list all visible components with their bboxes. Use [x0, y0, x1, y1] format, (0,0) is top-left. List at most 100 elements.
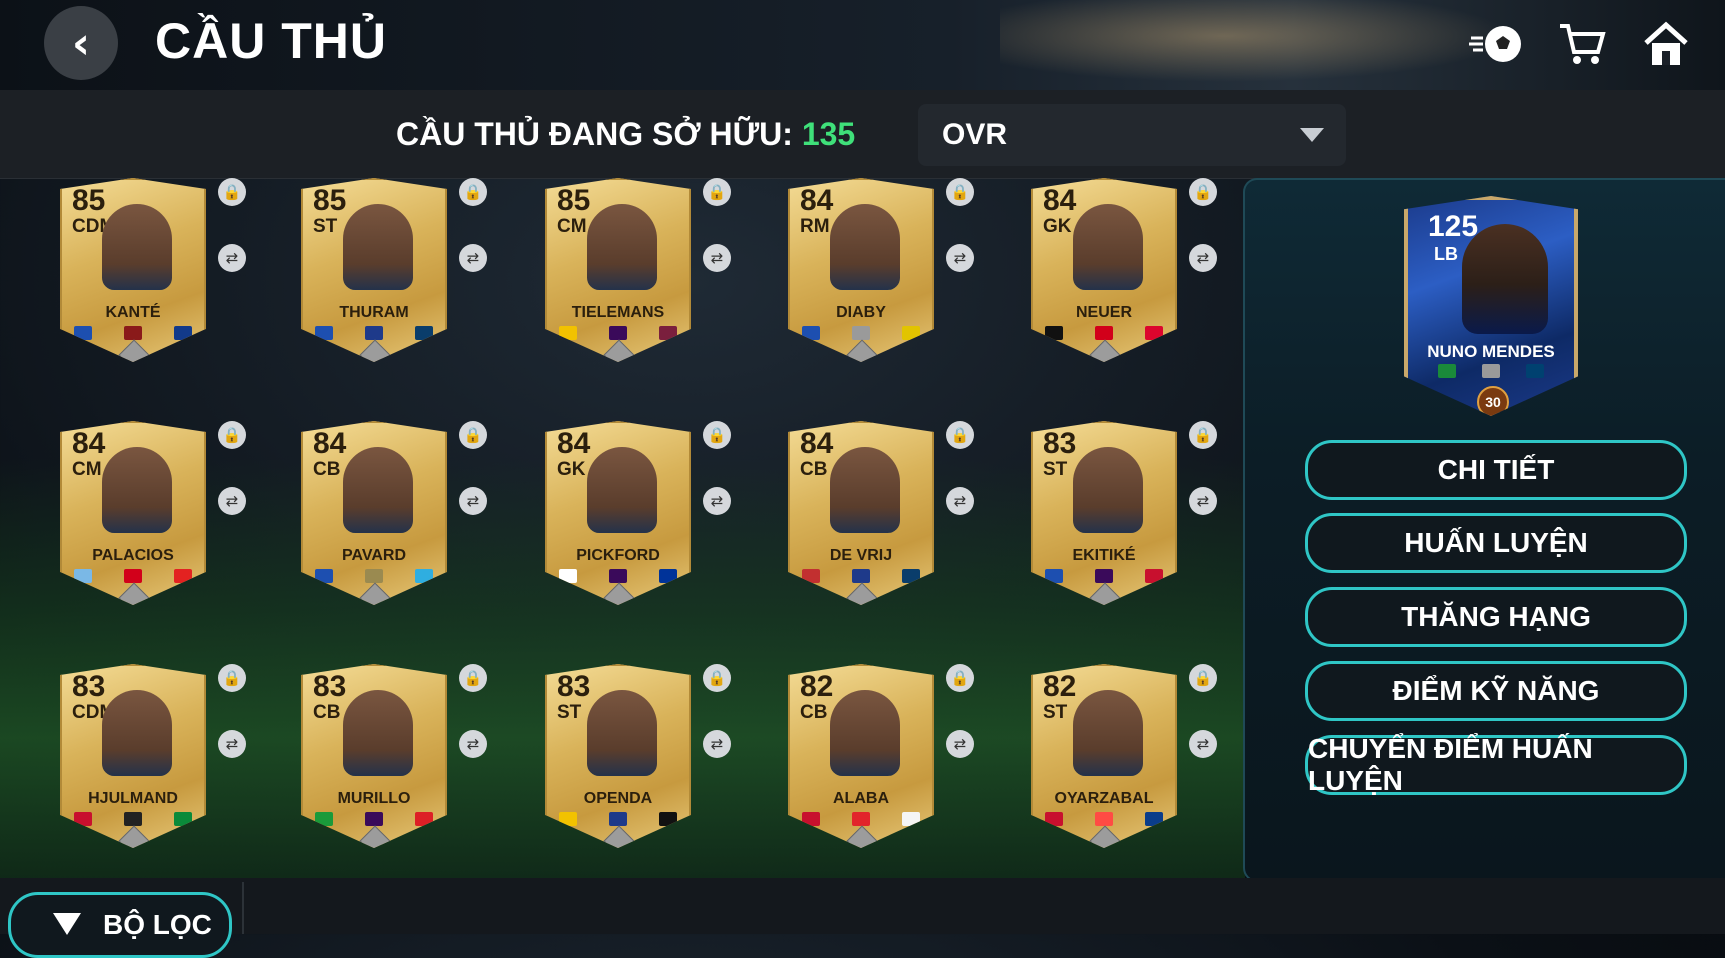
rarity-gem-icon: [1089, 582, 1121, 605]
swap-icon[interactable]: ⇄: [459, 487, 487, 515]
player-card[interactable]: 82 ST OYARZABAL: [1031, 664, 1177, 848]
swap-icon[interactable]: ⇄: [946, 730, 974, 758]
swap-icon[interactable]: ⇄: [459, 730, 487, 758]
sub-bar: [0, 90, 1725, 179]
card-position: GK: [1043, 216, 1072, 237]
league-icon: [1095, 812, 1113, 826]
player-card-slot[interactable]: 84 CM PALACIOS 🔒 ⇄: [60, 421, 290, 639]
player-card[interactable]: 84 CB PAVARD: [301, 421, 447, 605]
player-card-slot[interactable]: 83 ST OPENDA 🔒 ⇄: [545, 664, 775, 882]
card-player-name: PICKFORD: [576, 547, 660, 564]
lock-icon[interactable]: 🔒: [218, 421, 246, 449]
swap-icon[interactable]: ⇄: [1189, 487, 1217, 515]
rarity-gem-icon: [846, 582, 878, 605]
swap-icon[interactable]: ⇄: [703, 730, 731, 758]
details-button[interactable]: CHI TIẾT: [1305, 440, 1687, 500]
swap-icon[interactable]: ⇄: [459, 244, 487, 272]
player-card[interactable]: 82 CB ALABA: [788, 664, 934, 848]
player-card[interactable]: 83 ST EKITIKÉ: [1031, 421, 1177, 605]
player-card[interactable]: 85 CM TIELEMANS: [545, 178, 691, 362]
swap-icon[interactable]: ⇄: [218, 730, 246, 758]
player-portrait: [343, 204, 413, 290]
league-icon: [609, 812, 627, 826]
lock-icon[interactable]: 🔒: [946, 421, 974, 449]
swap-icon[interactable]: ⇄: [946, 487, 974, 515]
lock-icon[interactable]: 🔒: [946, 664, 974, 692]
card-player-name: DE VRIJ: [829, 547, 893, 564]
player-card-slot[interactable]: 82 ST OYARZABAL 🔒 ⇄: [1031, 664, 1261, 882]
club-crest-icon: [174, 569, 192, 583]
player-card[interactable]: 84 RM DIABY: [788, 178, 934, 362]
player-card-slot[interactable]: 84 CB DE VRIJ 🔒 ⇄: [788, 421, 1018, 639]
selected-player-card[interactable]: 125 LB NUNO MENDES 30: [1404, 196, 1578, 416]
player-card-slot[interactable]: 83 CDM HJULMAND 🔒 ⇄: [60, 664, 290, 882]
player-card-slot[interactable]: 82 CB ALABA 🔒 ⇄: [788, 664, 1018, 882]
club-crest-icon: [415, 812, 433, 826]
player-card-slot[interactable]: 83 ST EKITIKÉ 🔒 ⇄: [1031, 421, 1261, 639]
club-crest-icon: [1145, 326, 1163, 340]
training-button[interactable]: HUẤN LUYỆN: [1305, 513, 1687, 573]
player-card-slot[interactable]: 85 CDM KANTÉ 🔒 ⇄: [60, 178, 290, 396]
player-card-slot[interactable]: 85 CM TIELEMANS 🔒 ⇄: [545, 178, 775, 396]
player-portrait: [1073, 690, 1143, 776]
player-card-slot[interactable]: 85 ST THURAM 🔒 ⇄: [301, 178, 531, 396]
nation-flag-icon: [315, 326, 333, 340]
lock-icon[interactable]: 🔒: [1189, 664, 1217, 692]
player-card[interactable]: 85 CDM KANTÉ: [60, 178, 206, 362]
football-button[interactable]: [1466, 14, 1526, 74]
skill-points-button[interactable]: ĐIỂM KỸ NĂNG: [1305, 661, 1687, 721]
player-card[interactable]: 83 ST OPENDA: [545, 664, 691, 848]
swap-icon[interactable]: ⇄: [946, 244, 974, 272]
nation-flag-icon: [559, 326, 577, 340]
player-card[interactable]: 83 CDM HJULMAND: [60, 664, 206, 848]
player-card[interactable]: 83 CB MURILLO: [301, 664, 447, 848]
player-card-slot[interactable]: 84 CB PAVARD 🔒 ⇄: [301, 421, 531, 639]
player-card[interactable]: 84 CB DE VRIJ: [788, 421, 934, 605]
player-card-slot[interactable]: 84 GK NEUER 🔒 ⇄: [1031, 178, 1261, 396]
player-portrait: [830, 690, 900, 776]
owned-players-count: 135: [801, 116, 856, 152]
card-player-name: KANTÉ: [105, 304, 161, 321]
league-icon: [1482, 364, 1500, 378]
lock-icon[interactable]: 🔒: [459, 664, 487, 692]
card-badges: [315, 326, 433, 340]
home-button[interactable]: [1636, 14, 1696, 74]
nation-flag-icon: [802, 569, 820, 583]
player-card-slot[interactable]: 84 GK PICKFORD 🔒 ⇄: [545, 421, 775, 639]
player-portrait: [587, 204, 657, 290]
lock-icon[interactable]: 🔒: [1189, 178, 1217, 206]
lock-icon[interactable]: 🔒: [459, 421, 487, 449]
swap-icon[interactable]: ⇄: [1189, 730, 1217, 758]
lock-icon[interactable]: 🔒: [946, 178, 974, 206]
card-ovr: 85: [557, 184, 591, 217]
league-icon: [365, 812, 383, 826]
upgrade-button[interactable]: THĂNG HẠNG: [1305, 587, 1687, 647]
lock-icon[interactable]: 🔒: [703, 664, 731, 692]
player-card[interactable]: 84 GK NEUER: [1031, 178, 1177, 362]
lock-icon[interactable]: 🔒: [703, 178, 731, 206]
transfer-training-points-button[interactable]: CHUYỂN ĐIỂM HUẤN LUYỆN: [1305, 733, 1687, 796]
lock-icon[interactable]: 🔒: [703, 421, 731, 449]
player-card[interactable]: 84 CM PALACIOS: [60, 421, 206, 605]
swap-icon[interactable]: ⇄: [218, 487, 246, 515]
back-button[interactable]: ‹: [44, 6, 118, 80]
swap-icon[interactable]: ⇄: [703, 244, 731, 272]
swap-icon[interactable]: ⇄: [703, 487, 731, 515]
lock-icon[interactable]: 🔒: [459, 178, 487, 206]
player-card-slot[interactable]: 84 RM DIABY 🔒 ⇄: [788, 178, 1018, 396]
lock-icon[interactable]: 🔒: [218, 664, 246, 692]
league-icon: [1095, 569, 1113, 583]
nation-flag-icon: [1045, 326, 1063, 340]
player-card[interactable]: 85 ST THURAM: [301, 178, 447, 362]
lock-icon[interactable]: 🔒: [1189, 421, 1217, 449]
swap-icon[interactable]: ⇄: [1189, 244, 1217, 272]
shop-button[interactable]: [1552, 14, 1612, 74]
player-card-slot[interactable]: 83 CB MURILLO 🔒 ⇄: [301, 664, 531, 882]
lock-icon[interactable]: 🔒: [218, 178, 246, 206]
club-crest-icon: [902, 812, 920, 826]
card-ovr: 83: [72, 670, 106, 703]
swap-icon[interactable]: ⇄: [218, 244, 246, 272]
filter-button[interactable]: BỘ LỌC: [8, 892, 232, 958]
sort-dropdown[interactable]: OVR: [918, 104, 1346, 166]
player-card[interactable]: 84 GK PICKFORD: [545, 421, 691, 605]
